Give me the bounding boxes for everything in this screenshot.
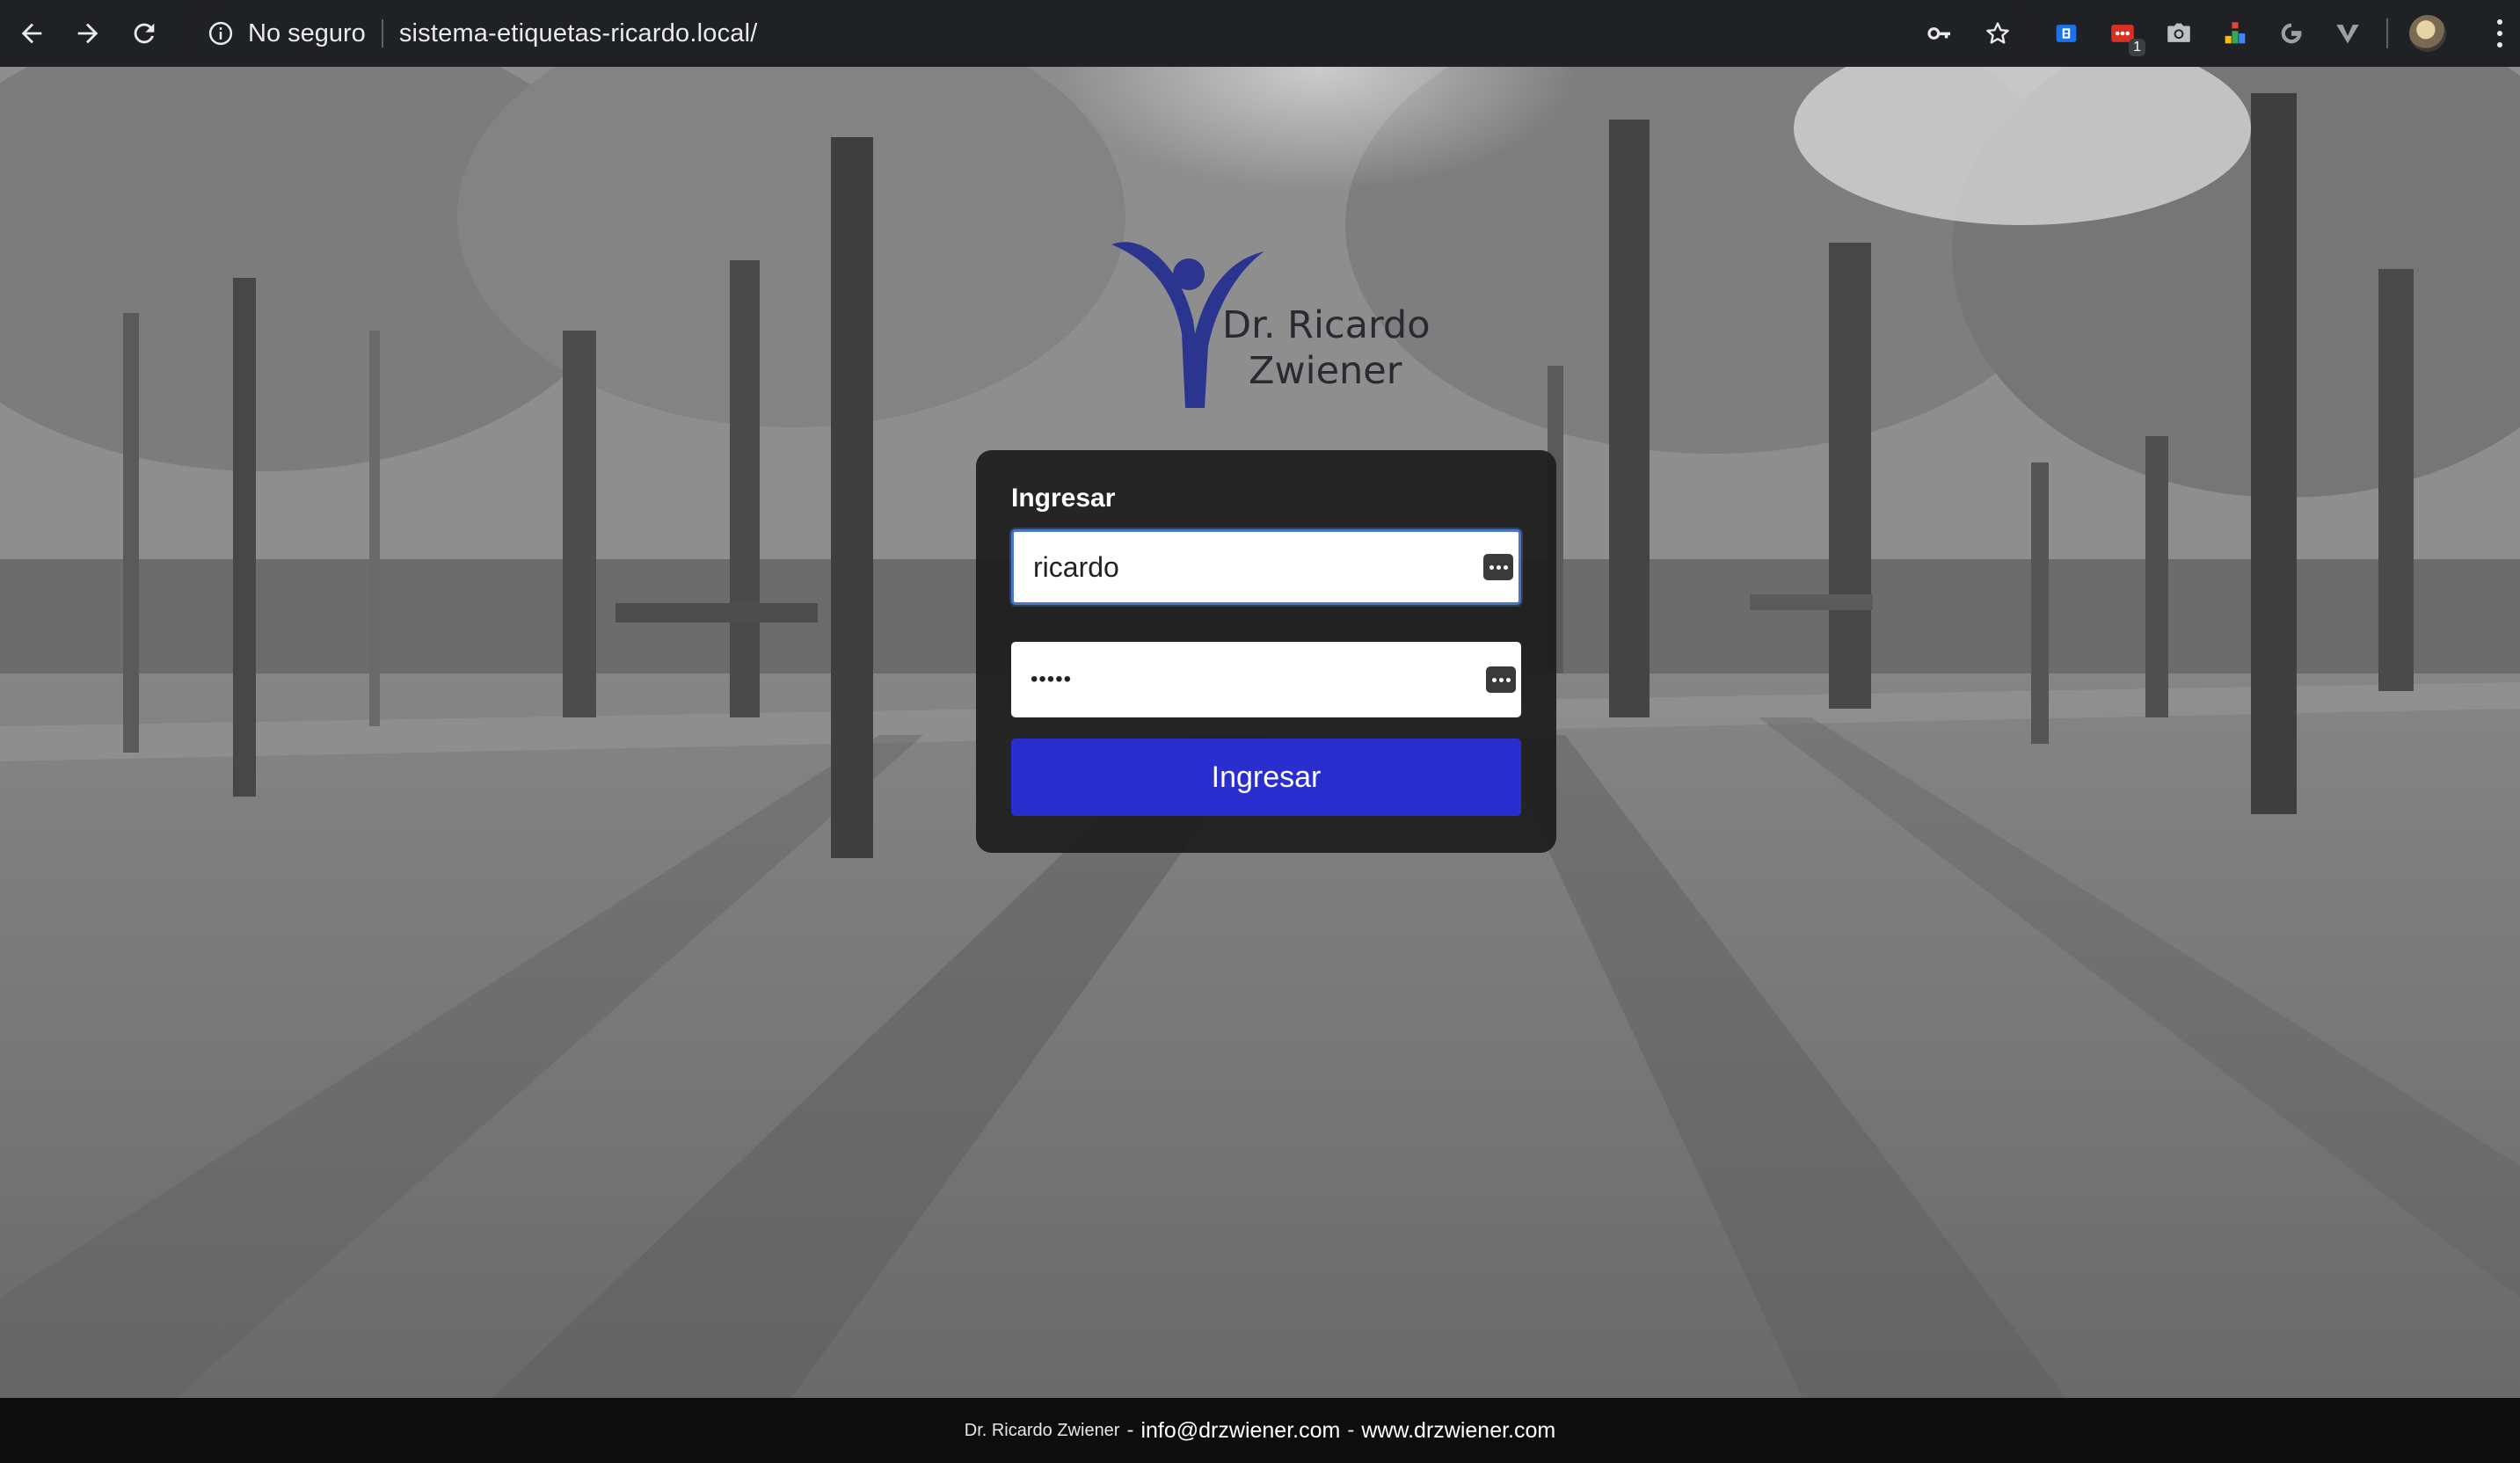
- extension-button[interactable]: [2330, 16, 2365, 51]
- key-icon[interactable]: [1926, 19, 1954, 47]
- login-card: Ingresar ricardo ••••• Ingresar: [976, 450, 1556, 853]
- username-value[interactable]: ricardo: [1033, 551, 1483, 584]
- forward-arrow-icon: [77, 23, 98, 44]
- footer-separator: -: [1347, 1418, 1355, 1442]
- security-status[interactable]: No seguro: [248, 19, 366, 48]
- star-icon[interactable]: [1984, 19, 2012, 47]
- extension-button[interactable]: [2161, 16, 2196, 51]
- password-value[interactable]: •••••: [1031, 667, 1486, 692]
- reload-icon: [134, 23, 155, 44]
- forward-button[interactable]: [63, 9, 113, 58]
- password-field[interactable]: •••••: [1011, 642, 1521, 717]
- login-submit-button[interactable]: Ingresar: [1011, 739, 1521, 816]
- login-title: Ingresar: [1011, 484, 1116, 513]
- page-viewport: Dr. Ricardo Zwiener Ingresar ricardo •••…: [0, 67, 2520, 1398]
- extension-button[interactable]: [2049, 16, 2084, 51]
- password-manager-icon[interactable]: [1483, 554, 1513, 580]
- back-button[interactable]: [7, 9, 56, 58]
- extension-icon: [2281, 23, 2302, 44]
- extension-icon: [2225, 22, 2246, 44]
- extension-button[interactable]: [2218, 16, 2253, 51]
- extension-button[interactable]: 1: [2105, 16, 2145, 56]
- url-text[interactable]: sistema-etiquetas-ricardo.local/: [399, 19, 758, 48]
- footer-name: Dr. Ricardo Zwiener: [964, 1420, 1120, 1440]
- extension-badge: 1: [2129, 39, 2145, 56]
- reload-button[interactable]: [120, 9, 169, 58]
- omnibox-divider: [381, 19, 383, 47]
- address-bar[interactable]: No seguro sistema-etiquetas-ricardo.loca…: [188, 9, 2038, 58]
- logo-line-1: Dr. Ricardo: [1222, 303, 1431, 347]
- extensions-bar: 1: [2049, 9, 2446, 58]
- extension-icon: [2056, 25, 2077, 42]
- extension-icon: [2336, 25, 2359, 44]
- logo-line-2: Zwiener: [1249, 349, 1402, 393]
- page-footer: Dr. Ricardo Zwiener - info@drzwiener.com…: [0, 1398, 2520, 1463]
- omnibox-actions: [1926, 9, 2012, 58]
- password-manager-icon[interactable]: [1486, 666, 1516, 693]
- menu-icon[interactable]: [2495, 19, 2504, 47]
- back-arrow-icon: [21, 23, 42, 44]
- info-icon[interactable]: [208, 20, 234, 47]
- footer-separator: -: [1126, 1418, 1134, 1442]
- username-field[interactable]: ricardo: [1011, 529, 1521, 605]
- extension-button[interactable]: [2274, 16, 2309, 51]
- footer-email-link[interactable]: info@drzwiener.com: [1140, 1418, 1340, 1444]
- footer-website-link[interactable]: www.drzwiener.com: [1361, 1418, 1555, 1444]
- camera-icon: [2167, 23, 2190, 42]
- browser-toolbar: No seguro sistema-etiquetas-ricardo.loca…: [0, 0, 2520, 67]
- brand-logo: Dr. Ricardo Zwiener: [1110, 171, 1435, 415]
- toolbar-divider: [2386, 18, 2388, 48]
- profile-avatar[interactable]: [2409, 15, 2446, 52]
